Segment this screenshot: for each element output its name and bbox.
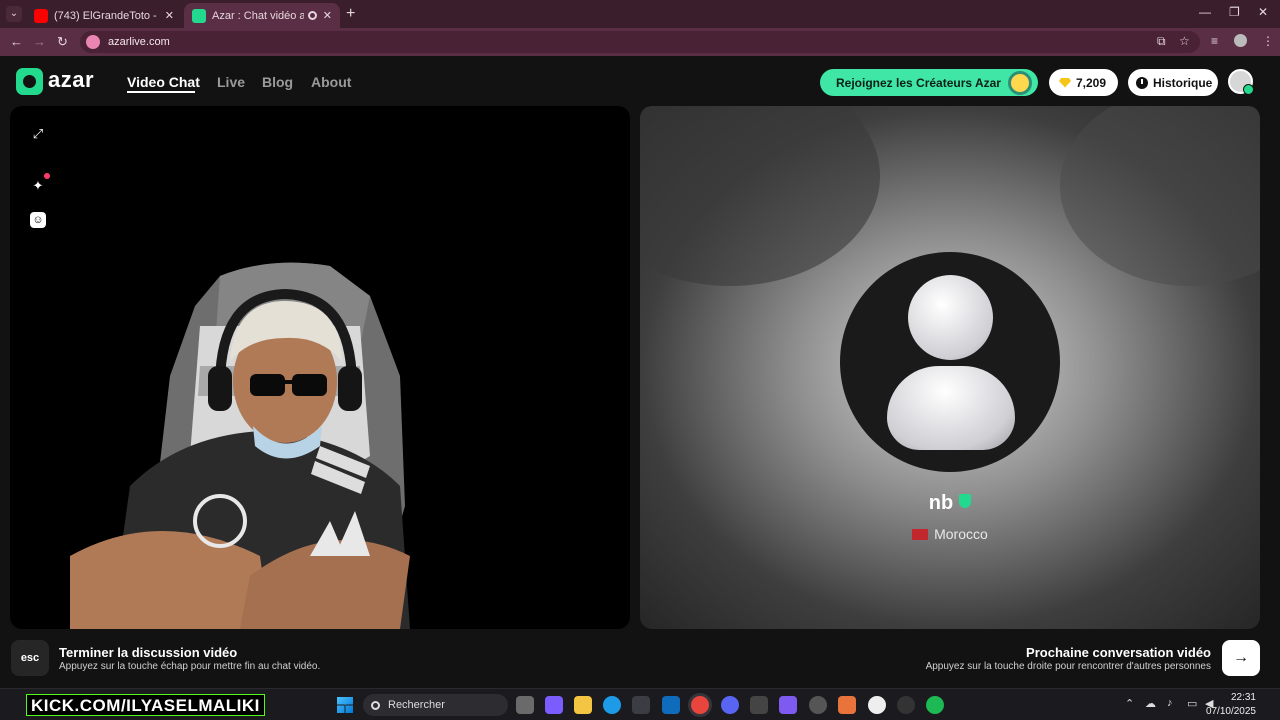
taskbar-date[interactable]: 07/10/2025 <box>1206 706 1256 717</box>
url-text: azarlive.com <box>108 36 170 48</box>
tab-search-button[interactable]: ⌄ <box>6 6 22 22</box>
outlook-icon[interactable] <box>662 696 680 714</box>
site-info-icon[interactable] <box>86 35 100 49</box>
peer-name-row: nb <box>640 492 1260 515</box>
bookmark-star-icon[interactable]: ☆ <box>1179 34 1190 48</box>
browser-toolbar: ← → ↻ azarlive.com ⧉ ☆ ≡ ⋮ <box>0 28 1280 56</box>
youtube-icon <box>34 8 48 23</box>
resize-icon[interactable]: ⤢ <box>30 126 46 142</box>
azar-favicon-icon <box>192 8 206 23</box>
nav-about[interactable]: About <box>311 74 351 90</box>
verified-shield-icon <box>959 494 972 508</box>
onedrive-icon[interactable]: ☁ <box>1145 697 1156 710</box>
task-view-icon[interactable] <box>516 696 534 714</box>
face-filter-icon[interactable]: ☺ <box>30 212 46 228</box>
next-chat-title: Prochaine conversation vidéo <box>1026 645 1211 660</box>
gem-icon <box>1059 77 1071 88</box>
peer-name: nb <box>928 492 954 514</box>
close-tab-icon[interactable]: ✕ <box>323 9 332 22</box>
history-button[interactable]: Historique <box>1128 69 1218 96</box>
end-chat-subtitle: Appuyez sur la touche échap pour mettre … <box>59 661 321 672</box>
search-icon <box>371 700 380 710</box>
self-video-pane: ⤢ ✦ ☺ <box>10 106 630 629</box>
edge-icon[interactable] <box>603 696 621 714</box>
tab-azar[interactable]: Azar : Chat vidéo avec de n... ✕ <box>184 3 340 28</box>
microphone-icon[interactable]: ♪ <box>1167 697 1173 709</box>
forward-icon[interactable]: → <box>33 34 46 49</box>
profile-avatar-icon[interactable] <box>1234 34 1247 47</box>
spotify-icon[interactable] <box>926 696 944 714</box>
background-blur <box>640 106 880 286</box>
peer-country-row: Morocco <box>640 526 1260 542</box>
join-creators-button[interactable]: Rejoignez les Créateurs Azar <box>820 69 1038 96</box>
windows-start-icon[interactable] <box>337 697 353 713</box>
self-camera-feed <box>70 262 410 629</box>
kick-overlay-banner: KICK.COM/ILYASELMALIKI <box>26 694 265 716</box>
tab-youtube[interactable]: (743) ElGrandeToto - WELD LA... ✕ <box>26 3 182 28</box>
game-icon[interactable] <box>779 696 797 714</box>
join-creators-label: Rejoignez les Créateurs Azar <box>836 75 1001 90</box>
clock-icon <box>1136 76 1148 89</box>
next-chat-button[interactable]: → <box>1222 640 1260 676</box>
history-label: Historique <box>1153 75 1213 90</box>
taskbar-search-placeholder: Rechercher <box>388 699 445 711</box>
morocco-flag-icon <box>912 529 929 540</box>
cast-icon[interactable]: ⧉ <box>1157 34 1166 49</box>
tab-title: (743) ElGrandeToto - WELD LA... <box>54 9 159 22</box>
app-dark-icon[interactable] <box>897 696 915 714</box>
windows-taskbar: KICK.COM/ILYASELMALIKI Rechercher ⌃ ☁ ♪ … <box>0 688 1280 720</box>
browser-menu-icon[interactable]: ⋮ <box>1262 34 1274 48</box>
notification-dot <box>44 173 50 179</box>
azar-logo-text[interactable]: azar <box>48 67 94 93</box>
kick-banner-text: KICK.COM/ILYASELMALIKI <box>31 696 260 715</box>
user-avatar[interactable] <box>1228 69 1254 95</box>
minimize-icon[interactable]: — <box>1199 5 1211 19</box>
discord-icon[interactable] <box>721 696 739 714</box>
chrome-icon[interactable] <box>691 696 709 714</box>
gems-balance-button[interactable]: 7,209 <box>1049 69 1118 96</box>
tray-chevron-icon[interactable]: ⌃ <box>1125 697 1134 710</box>
recording-icon <box>307 11 317 20</box>
default-avatar-head <box>908 275 993 360</box>
new-tab-button[interactable]: + <box>346 5 355 23</box>
taskbar-time[interactable]: 22:31 <box>1231 692 1256 703</box>
peer-country: Morocco <box>934 526 988 542</box>
photos-icon[interactable] <box>750 696 768 714</box>
media-controls-icon[interactable]: ≡ <box>1211 34 1218 48</box>
next-chat-subtitle: Appuyez sur la touche droite pour rencon… <box>925 661 1211 672</box>
back-icon[interactable]: ← <box>10 34 23 49</box>
active-nav-indicator <box>127 91 195 93</box>
nav-blog[interactable]: Blog <box>262 74 293 90</box>
sparkle-effects-icon[interactable]: ✦ <box>30 178 46 194</box>
browser-tabbar: ⌄ (743) ElGrandeToto - WELD LA... ✕ Azar… <box>0 0 1280 28</box>
end-chat-title: Terminer la discussion vidéo <box>59 645 238 660</box>
peer-avatar <box>840 252 1060 472</box>
nav-live[interactable]: Live <box>217 74 245 90</box>
restore-icon[interactable]: ❐ <box>1229 5 1240 19</box>
reload-icon[interactable]: ↻ <box>57 34 68 50</box>
close-window-icon[interactable]: ✕ <box>1258 5 1268 19</box>
end-chat-button[interactable]: esc <box>11 640 49 676</box>
close-tab-icon[interactable]: ✕ <box>165 9 174 22</box>
default-avatar-body <box>887 366 1015 450</box>
taskbar-search[interactable]: Rechercher <box>363 694 508 716</box>
address-bar[interactable]: azarlive.com <box>80 31 1200 53</box>
file-explorer-icon[interactable] <box>574 696 592 714</box>
copilot-icon[interactable] <box>545 696 563 714</box>
obs-icon[interactable] <box>809 696 827 714</box>
tab-title: Azar : Chat vidéo avec de n... <box>212 9 304 22</box>
azar-logo-icon[interactable] <box>16 68 43 95</box>
background-blur <box>1060 106 1260 286</box>
store-icon[interactable] <box>632 696 650 714</box>
peer-video-pane: nb Morocco <box>640 106 1260 629</box>
display-icon[interactable]: ▭ <box>1187 697 1197 710</box>
app-chat-icon[interactable] <box>868 696 886 714</box>
creators-badge-icon <box>1008 71 1032 95</box>
nav-video-chat[interactable]: Video Chat <box>127 74 200 90</box>
app-a-icon[interactable] <box>838 696 856 714</box>
gems-count: 7,209 <box>1076 75 1107 90</box>
